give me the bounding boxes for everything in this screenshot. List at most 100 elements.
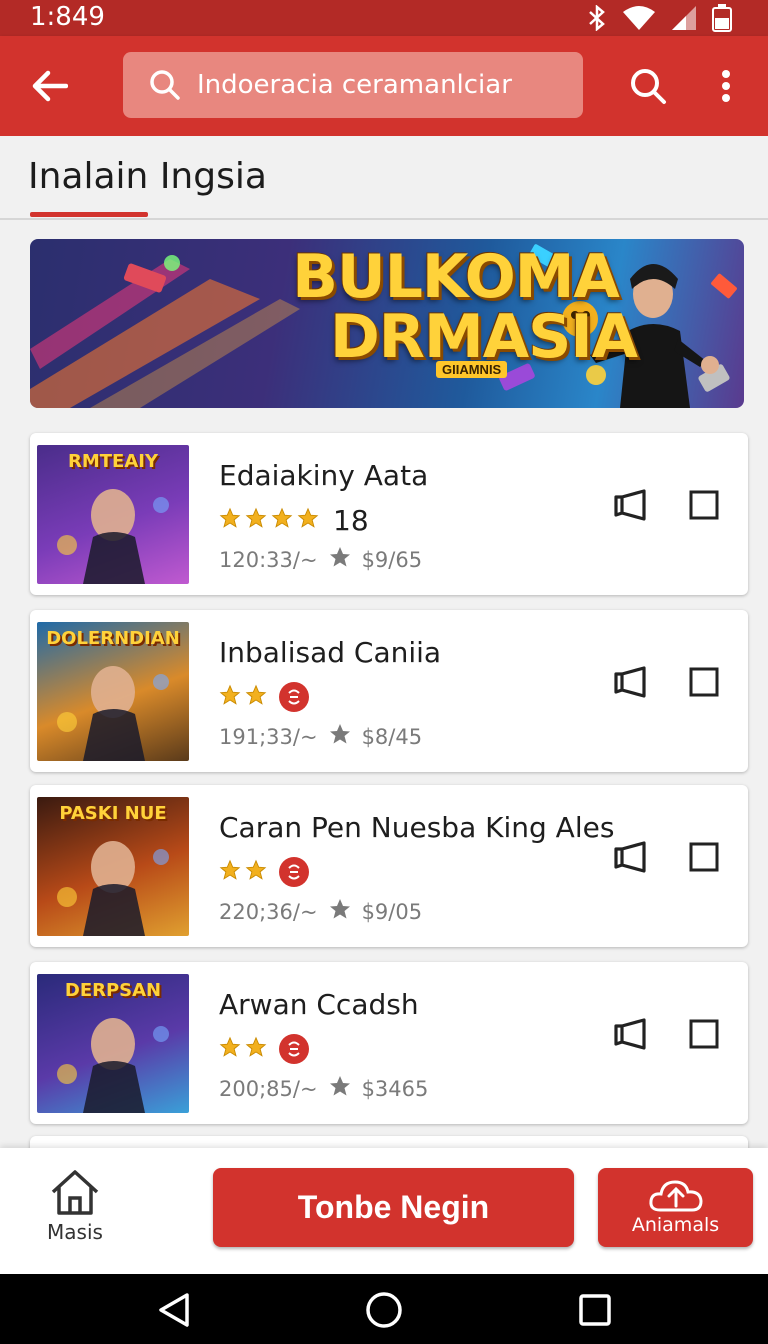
thumbnail-caption: PASKI NUE	[59, 803, 167, 824]
status-bar: 1:849	[0, 0, 768, 36]
select-checkbox[interactable]	[682, 1012, 726, 1056]
tab-indicator	[30, 212, 148, 217]
bottom-bar: Masis Tonbe Negin Aniamals	[0, 1148, 768, 1274]
game-thumbnail: DOLERNDIAN	[37, 622, 189, 761]
meta-row: 120:33/~ $9/65	[219, 545, 422, 574]
star-icon	[328, 1074, 352, 1103]
thumbnail-caption: DERPSAN	[64, 980, 162, 1001]
back-triangle-icon	[159, 1293, 189, 1327]
rating-star-icon	[297, 507, 319, 534]
system-home-button[interactable]	[362, 1288, 406, 1332]
rating-star-icon	[245, 684, 267, 711]
system-back-button[interactable]	[152, 1288, 196, 1332]
select-checkbox[interactable]	[682, 483, 726, 527]
megaphone-icon	[614, 1018, 646, 1050]
search-input[interactable]	[197, 70, 557, 100]
rating-count: 18	[333, 503, 369, 537]
list-item[interactable]: RMTEAIY Edaiakiny Aata 18 120:33/~ $9/65	[30, 433, 748, 595]
section-header: Inalain Ingsia	[0, 136, 768, 220]
secondary-action-label: Aniamals	[631, 1214, 720, 1236]
home-tab[interactable]: Masis	[30, 1162, 120, 1258]
banner-title: BULKOMA DRMASIA	[274, 247, 638, 372]
search-button[interactable]	[620, 58, 676, 114]
status-icons	[586, 4, 732, 32]
game-thumbnail: RMTEAIY	[37, 445, 189, 584]
meta-row: 191;33/~ $8/45	[219, 722, 422, 751]
announce-button[interactable]	[608, 835, 652, 879]
cloud-upload-icon	[648, 1180, 703, 1212]
game-thumbnail: PASKI NUE	[37, 797, 189, 936]
banner-title-line2: DRMASIA	[330, 302, 638, 372]
battery-icon	[712, 4, 732, 32]
rating-row: 18	[219, 503, 369, 537]
list-item[interactable]: DOLERNDIAN Inbalisad Caniia 191;33/~ $8/45	[30, 610, 748, 772]
megaphone-icon	[614, 489, 646, 521]
price: $8/45	[361, 724, 423, 749]
list-item[interactable]: PASKI NUE Caran Pen Nuesba King Ales 220;3…	[30, 785, 748, 947]
rating-row	[219, 855, 309, 889]
price: $9/65	[361, 547, 423, 572]
arrow-left-icon	[32, 70, 68, 102]
download-count: 191;33/~	[219, 724, 318, 749]
rating-star-icon	[219, 507, 241, 534]
status-badge	[279, 1034, 309, 1064]
meta-row: 220;36/~ $9/05	[219, 897, 422, 926]
checkbox-icon	[689, 842, 719, 872]
wifi-icon	[622, 5, 656, 31]
status-time: 1:849	[30, 2, 105, 32]
game-title: Arwan Ccadsh	[219, 988, 419, 1021]
system-recents-button[interactable]	[573, 1288, 617, 1332]
bluetooth-icon	[586, 5, 608, 31]
download-count: 200;85/~	[219, 1076, 318, 1101]
search-icon	[631, 69, 666, 104]
promo-banner[interactable]: BULKOMA DRMASIA GIIAMNIS	[30, 239, 744, 408]
rating-star-icon	[271, 507, 293, 534]
home-icon	[51, 1170, 99, 1215]
search-icon	[150, 70, 180, 100]
meta-row: 200;85/~ $3465	[219, 1074, 428, 1103]
game-title: Edaiakiny Aata	[219, 459, 429, 492]
more-vert-icon	[722, 70, 730, 102]
download-count: 220;36/~	[219, 899, 318, 924]
home-tab-label: Masis	[47, 1220, 103, 1244]
select-checkbox[interactable]	[682, 660, 726, 704]
checkbox-icon	[689, 1019, 719, 1049]
rating-star-icon	[245, 507, 267, 534]
back-button[interactable]	[22, 58, 78, 114]
list-item[interactable]: DERPSAN Arwan Ccadsh 200;85/~ $3465	[30, 962, 748, 1124]
star-icon	[328, 897, 352, 926]
announce-button[interactable]	[608, 1012, 652, 1056]
game-title: Inbalisad Caniia	[219, 636, 442, 669]
banner-subtitle: GIIAMNIS	[436, 361, 508, 378]
app-bar	[0, 36, 768, 136]
download-count: 120:33/~	[219, 547, 318, 572]
announce-button[interactable]	[608, 660, 652, 704]
rating-star-icon	[245, 859, 267, 886]
price: $3465	[361, 1076, 429, 1101]
rating-star-icon	[219, 859, 241, 886]
checkbox-icon	[689, 490, 719, 520]
search-box[interactable]	[123, 52, 583, 118]
megaphone-icon	[614, 666, 646, 698]
rating-row	[219, 1032, 309, 1066]
thumbnail-caption: RMTEAIY	[67, 451, 158, 472]
section-title[interactable]: Inalain Ingsia	[28, 156, 267, 197]
rating-star-icon	[219, 684, 241, 711]
thumbnail-caption: DOLERNDIAN	[46, 628, 180, 649]
checkbox-icon	[689, 667, 719, 697]
signal-icon	[670, 5, 698, 31]
system-nav-bar	[0, 1274, 768, 1344]
status-badge	[279, 857, 309, 887]
game-title: Caran Pen Nuesba King Ales	[219, 811, 615, 844]
announce-button[interactable]	[608, 483, 652, 527]
secondary-action-button[interactable]: Aniamals	[598, 1168, 753, 1247]
game-thumbnail: DERPSAN	[37, 974, 189, 1113]
status-badge	[279, 682, 309, 712]
star-icon	[328, 545, 352, 574]
rating-row	[219, 680, 309, 714]
select-checkbox[interactable]	[682, 835, 726, 879]
star-icon	[328, 722, 352, 751]
primary-action-button[interactable]: Tonbe Negin	[213, 1168, 574, 1247]
home-circle-icon	[366, 1292, 402, 1328]
more-options-button[interactable]	[702, 58, 750, 114]
